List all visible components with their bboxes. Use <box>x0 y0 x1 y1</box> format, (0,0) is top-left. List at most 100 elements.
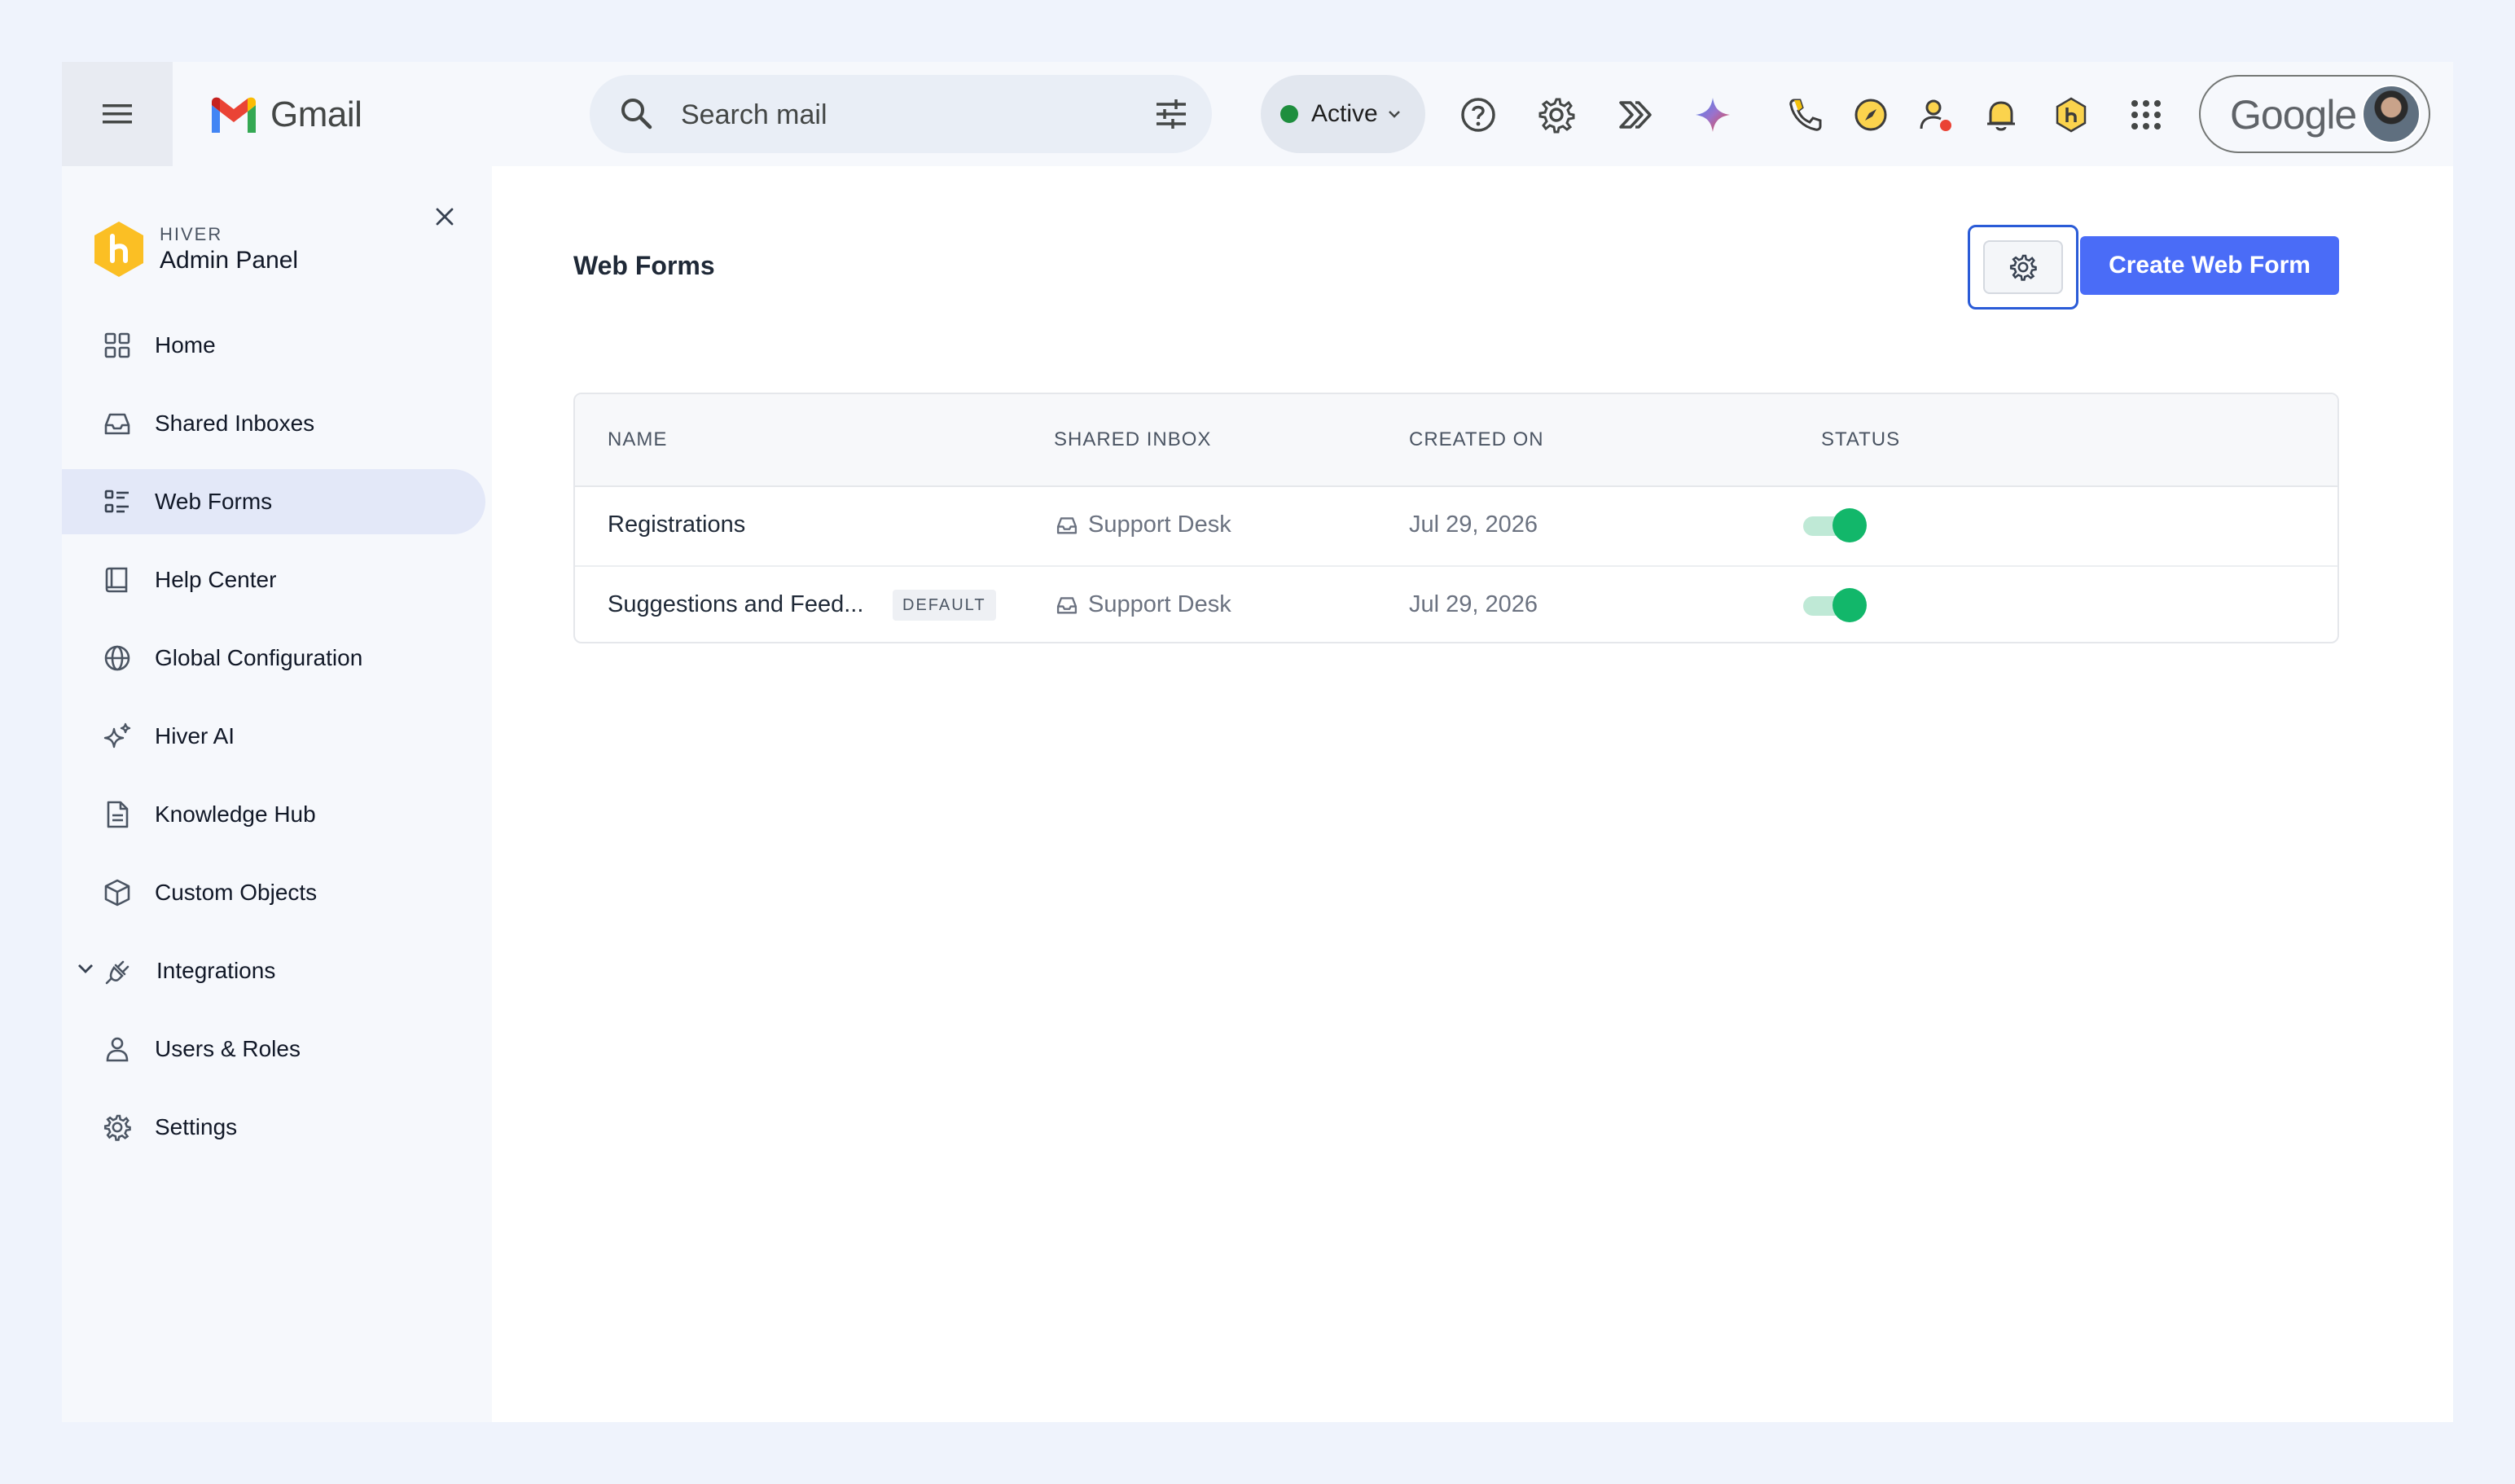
sidebar-item-label: Users & Roles <box>155 1036 301 1061</box>
hiver-extension-button[interactable] <box>2051 94 2091 135</box>
shared-inbox-cell: Support Desk <box>1056 511 1231 538</box>
sidebar-item-shared-inboxes[interactable]: Shared Inboxes <box>62 391 485 456</box>
sidebar-item-web-forms[interactable]: Web Forms <box>62 469 485 534</box>
status-dot-icon <box>1280 105 1298 123</box>
sidebar-item-global-configuration[interactable]: Global Configuration <box>62 626 485 691</box>
table-row[interactable]: Suggestions and Feed... DEFAULT Support … <box>575 567 2337 642</box>
column-header-created-on[interactable]: CREATED ON <box>1409 428 1544 451</box>
sidebar-item-label: Knowledge Hub <box>155 801 316 827</box>
contact-status-button[interactable] <box>1916 94 1956 135</box>
status-dropdown[interactable]: Active <box>1261 75 1425 153</box>
web-form-settings-button[interactable] <box>1983 240 2063 294</box>
main-menu-button[interactable] <box>62 62 173 166</box>
compass-button[interactable] <box>1850 94 1891 135</box>
form-name[interactable]: Registrations <box>608 511 745 538</box>
create-web-form-button[interactable]: Create Web Form <box>2080 236 2339 295</box>
page-title: Web Forms <box>573 251 715 280</box>
user-icon <box>106 1037 129 1062</box>
brand-name: HIVER <box>160 224 223 244</box>
help-icon <box>1461 98 1495 132</box>
hiver-logo-icon <box>94 222 143 277</box>
column-header-shared-inbox[interactable]: SHARED INBOX <box>1054 428 1211 451</box>
toggle-knob <box>1832 588 1867 622</box>
gemini-sparkle-icon <box>1696 98 1730 132</box>
sidebar-item-home[interactable]: Home <box>62 313 485 378</box>
sidebar-nav: Home Shared Inboxes Web Forms Help Cente… <box>62 313 492 1173</box>
sidebar-item-integrations[interactable]: Integrations <box>62 938 485 1003</box>
settings-button[interactable] <box>1536 94 1577 135</box>
plug-icon <box>105 960 129 985</box>
gmail-wordmark: Gmail <box>270 94 362 134</box>
app-window: Gmail Active <box>62 62 2453 1422</box>
sidebar-item-label: Shared Inboxes <box>155 411 315 436</box>
status-toggle[interactable] <box>1803 588 1867 624</box>
document-icon <box>107 801 129 828</box>
user-alert-icon <box>1920 99 1951 131</box>
search-options-icon[interactable] <box>1152 94 1191 134</box>
table-row[interactable]: Registrations Support Desk Jul 29, 2026 <box>575 487 2337 567</box>
admin-sidebar: HIVER Admin Panel Home Shared Inboxes We… <box>62 166 492 1422</box>
column-header-name[interactable]: NAME <box>608 428 667 451</box>
inbox-icon <box>1056 596 1078 613</box>
status-label: Active <box>1311 100 1378 127</box>
phone-button[interactable] <box>1785 94 1826 135</box>
gemini-button[interactable] <box>1692 94 1733 135</box>
panel-title: Admin Panel <box>160 247 299 274</box>
chevrons-right-icon <box>1619 101 1652 129</box>
compass-icon <box>1854 99 1887 131</box>
gmail-topbar: Gmail Active <box>62 62 2453 166</box>
sidebar-item-hiver-ai[interactable]: Hiver AI <box>62 704 485 769</box>
web-forms-table: NAME SHARED INBOX CREATED ON STATUS Regi… <box>573 393 2339 643</box>
hamburger-icon <box>103 104 132 124</box>
apps-script-button[interactable] <box>1614 94 1655 135</box>
sidebar-item-users-roles[interactable]: Users & Roles <box>62 1016 485 1082</box>
apps-grid-icon <box>2131 100 2161 130</box>
notifications-button[interactable] <box>1981 94 2021 135</box>
google-wordmark: Google <box>2230 92 2357 138</box>
shared-inbox-cell: Support Desk <box>1056 591 1231 618</box>
google-account-button[interactable]: Google <box>2199 75 2430 153</box>
sidebar-item-label: Help Center <box>155 567 277 592</box>
sidebar-item-knowledge-hub[interactable]: Knowledge Hub <box>62 782 485 847</box>
phone-icon <box>1789 99 1822 131</box>
column-header-status[interactable]: STATUS <box>1821 428 1900 451</box>
status-toggle[interactable] <box>1803 508 1867 544</box>
google-apps-button[interactable] <box>2126 94 2166 135</box>
search-icon[interactable] <box>617 94 656 134</box>
hiver-brand: HIVER Admin Panel <box>91 220 298 279</box>
inbox-icon <box>1056 516 1078 533</box>
sidebar-item-label: Integrations <box>156 958 276 983</box>
gmail-m-icon <box>212 97 256 133</box>
cube-icon <box>104 879 130 907</box>
search-input[interactable] <box>679 91 1122 138</box>
globe-icon <box>104 645 130 671</box>
chevron-down-icon[interactable] <box>75 958 96 979</box>
search-bar[interactable] <box>590 75 1212 153</box>
form-list-icon <box>104 490 129 513</box>
bell-icon <box>1987 101 2015 131</box>
sidebar-item-settings[interactable]: Settings <box>62 1095 485 1160</box>
sidebar-item-custom-objects[interactable]: Custom Objects <box>62 860 485 925</box>
sidebar-item-label: Web Forms <box>155 489 273 514</box>
gear-icon <box>103 1114 131 1141</box>
book-icon <box>105 567 128 593</box>
created-date: Jul 29, 2026 <box>1409 591 1538 617</box>
close-icon <box>436 208 454 226</box>
sidebar-item-help-center[interactable]: Help Center <box>62 547 485 612</box>
created-date: Jul 29, 2026 <box>1409 511 1538 538</box>
sidebar-item-label: Settings <box>155 1114 238 1139</box>
web-forms-page: Web Forms Create Web Form NAME SHARED IN… <box>492 166 2453 1422</box>
chevron-down-icon <box>1388 111 1400 118</box>
gear-icon <box>2009 254 2037 281</box>
sidebar-item-label: Home <box>155 332 216 358</box>
shared-inbox-name: Support Desk <box>1088 591 1231 617</box>
form-name[interactable]: Suggestions and Feed... <box>608 591 863 618</box>
help-button[interactable] <box>1458 94 1499 135</box>
gmail-logo[interactable]: Gmail <box>208 94 362 135</box>
web-form-settings-focus-ring <box>1968 225 2078 310</box>
close-panel-button[interactable] <box>430 202 459 231</box>
gear-icon <box>1538 98 1575 134</box>
shared-inbox-name: Support Desk <box>1088 511 1231 538</box>
sidebar-item-label: Hiver AI <box>155 723 235 749</box>
avatar[interactable] <box>2362 85 2421 143</box>
